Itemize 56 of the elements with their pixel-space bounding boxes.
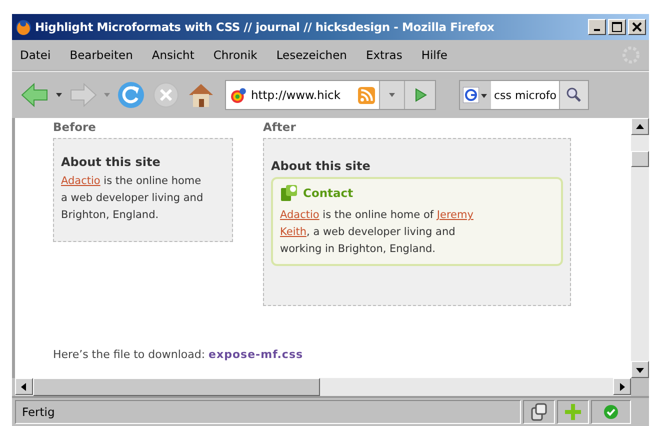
play-icon [413,88,428,102]
link[interactable]: Adactio [280,209,320,221]
link[interactable]: Keith [280,226,307,238]
search-engine-button[interactable] [460,81,491,109]
minimize-button[interactable] [588,19,606,35]
plus-icon[interactable] [557,400,589,424]
column-heading: After [263,119,297,136]
card-title: Contact [303,186,354,200]
horizontal-scrollbar[interactable] [15,378,631,396]
up-arrow-icon[interactable] [636,122,644,130]
vertical-scrollbar[interactable] [631,118,649,378]
link[interactable]: Adactio [61,175,100,187]
url-text: http://www.hick [251,88,342,102]
column-heading: Before [53,119,97,136]
menu-item[interactable]: Datei [20,48,51,62]
paragraph: Adactio is the online home a web developer living and Brighton, England. [61,174,204,223]
download-link[interactable]: expose-mf.css [208,348,304,361]
contact-icon [280,184,298,202]
search-field[interactable]: css microfo [459,80,590,110]
firefox-icon [15,18,32,36]
maximize-icon [612,22,622,32]
address-field[interactable]: http://www.hick [225,80,436,110]
window-title: Highlight Microformats with CSS // journal // hicksdesign - Mozilla Firefox [35,20,496,34]
caret-icon [481,92,488,98]
menu-item[interactable]: Extras [366,48,402,62]
site-icon [230,86,247,104]
scrollbar-thumb[interactable] [33,378,320,396]
go-button[interactable] [404,81,435,109]
menu-item[interactable]: Hilfe [421,48,448,62]
maximize-button[interactable] [608,19,626,35]
check-icon[interactable] [591,400,631,424]
paragraph: Adactio is the online home of Jeremy Keith, a web developer living and working in Brighton, England. [280,208,474,257]
caret-icon [388,91,396,99]
menu-item[interactable]: Bearbeiten [70,48,133,62]
reload-icon[interactable] [116,80,146,110]
box-heading: About this site [271,159,372,173]
down-arrow-icon[interactable] [636,366,644,374]
link[interactable]: Jeremy [436,209,474,221]
menu-item[interactable]: Chronik [213,48,258,62]
search-icon [566,87,582,103]
download-text: Here’s the file to download: expose-mf.css [53,348,304,361]
close-button[interactable] [628,19,646,35]
pages-icon[interactable] [523,400,555,424]
menu-item[interactable]: Lesezeichen [276,48,347,62]
g-logo-icon [463,87,479,103]
close-icon [632,22,642,32]
left-arrow-icon[interactable] [20,382,28,390]
right-arrow-icon[interactable] [618,382,626,390]
minimize-icon [594,29,600,31]
scrollbar-thumb[interactable] [631,151,649,167]
dropdown-icon[interactable] [55,91,63,99]
box-heading: About this site [61,155,162,169]
search-button[interactable] [559,81,588,109]
menu-item[interactable]: Ansicht [152,48,194,62]
status-text: Fertig [15,400,521,424]
search-text: css microfo [493,88,558,102]
